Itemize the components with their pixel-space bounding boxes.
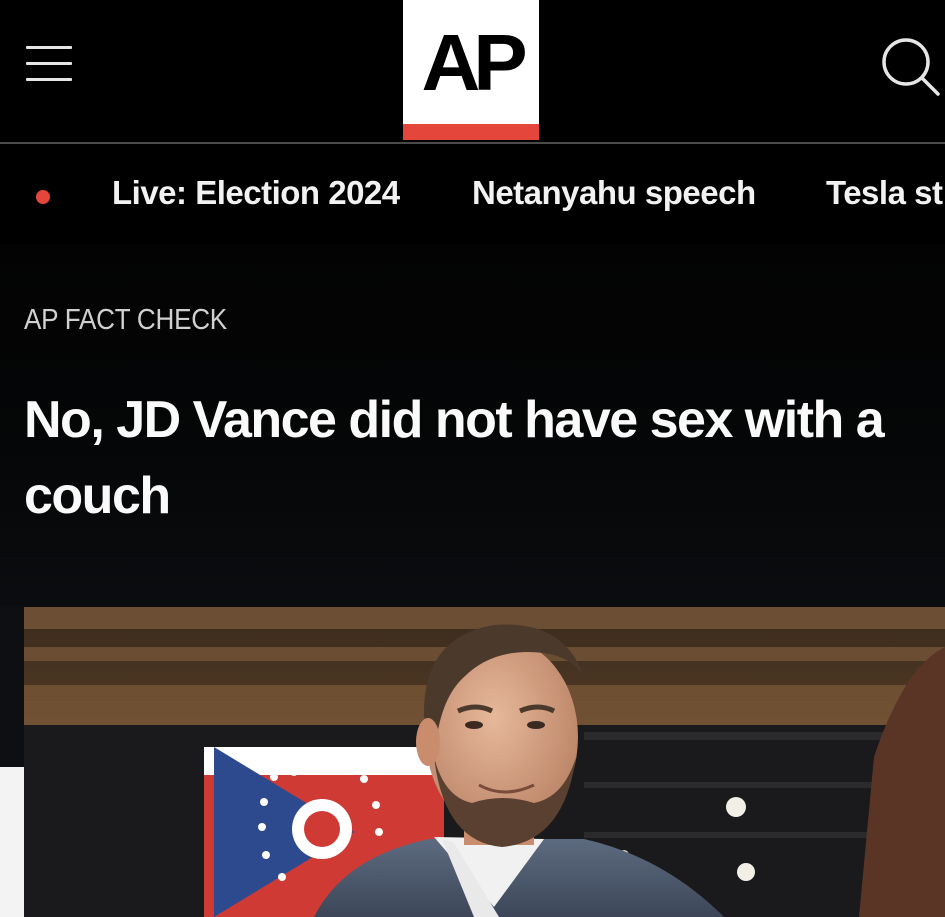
trending-item-election[interactable]: Live: Election 2024 — [112, 174, 400, 212]
article-header: AP FACT CHECK No, JD Vance did not have … — [0, 244, 945, 614]
trending-item-tesla[interactable]: Tesla st — [826, 174, 943, 212]
photo-of-man-smiling-in-front-of-ohio-flag — [24, 607, 945, 917]
lead-photo[interactable] — [24, 607, 945, 917]
logo-red-bar — [403, 124, 539, 140]
left-edge-light — [0, 767, 24, 917]
article-headline[interactable]: No, JD Vance did not have sex with a cou… — [24, 382, 924, 534]
trending-nav: Live: Election 2024 Netanyahu speech Tes… — [0, 144, 945, 244]
site-header: AP — [0, 0, 945, 142]
left-edge-dark — [0, 607, 24, 767]
search-icon[interactable] — [876, 34, 940, 98]
live-indicator-icon — [36, 190, 50, 204]
hamburger-menu-icon[interactable] — [22, 44, 76, 84]
logo-text: AP — [421, 18, 527, 107]
ap-logo[interactable]: AP — [403, 0, 539, 140]
trending-item-netanyahu[interactable]: Netanyahu speech — [472, 174, 756, 212]
article-eyebrow[interactable]: AP FACT CHECK — [24, 304, 227, 337]
